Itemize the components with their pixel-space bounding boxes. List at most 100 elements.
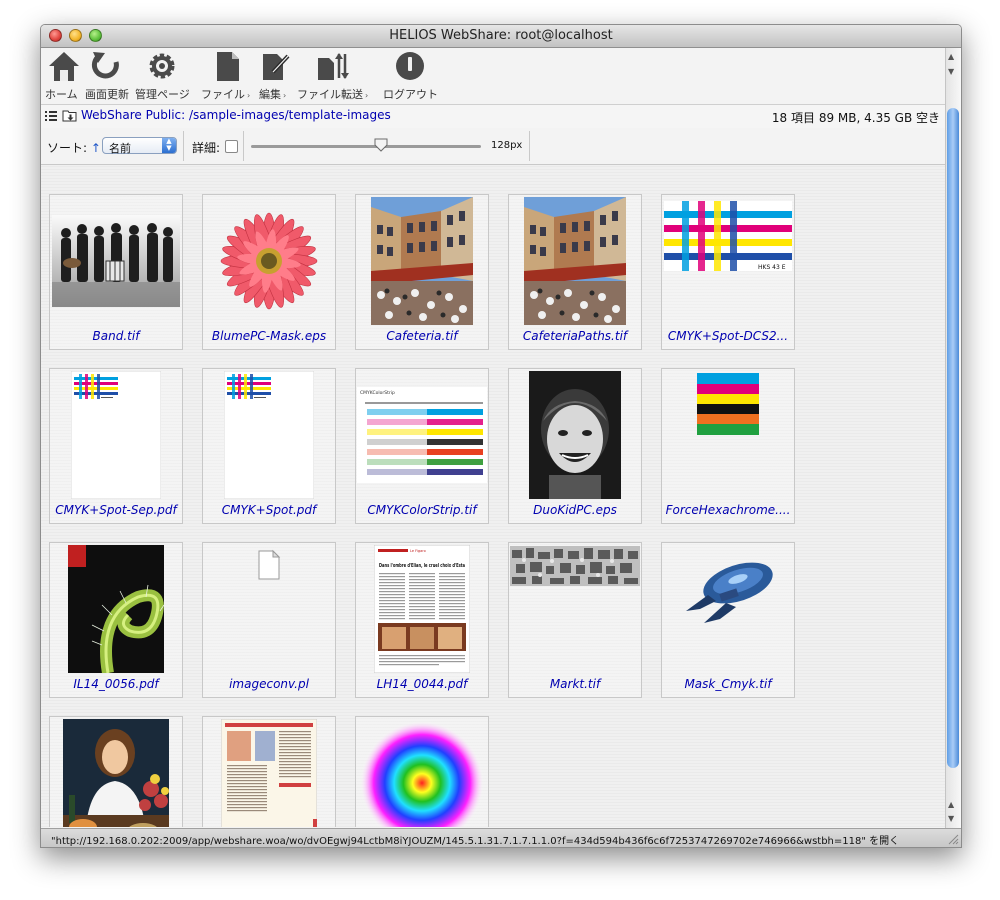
document-icon xyxy=(217,52,239,81)
file-name[interactable]: CMYK+Spot.pdf xyxy=(205,503,333,517)
file-name[interactable]: CMYK+Spot-Sep.pdf xyxy=(52,503,180,517)
newspaper-page: Le Figaro Dans l'ombre d'Elian, le cruel… xyxy=(374,545,470,673)
file-tile[interactable] xyxy=(355,716,489,827)
file-thumbnail xyxy=(509,371,641,499)
scrollbar-thumb[interactable] xyxy=(947,108,959,768)
file-name[interactable]: Mask_Cmyk.tif xyxy=(664,677,792,691)
file-name[interactable]: BlumePC-Mask.eps xyxy=(205,329,333,343)
file-name[interactable]: Markt.tif xyxy=(511,677,639,691)
newspaper-headline: Dans l'ombre d'Elian, le cruel choix d'E… xyxy=(379,563,465,569)
current-path-link[interactable]: WebShare Public: /sample-images/template… xyxy=(81,108,391,122)
resize-grip-icon[interactable] xyxy=(947,833,959,845)
file-name[interactable]: Band.tif xyxy=(52,329,180,343)
file-tile[interactable]: DuoKidPC.eps xyxy=(508,368,642,524)
strip-header: CMYKColorStrip xyxy=(360,390,395,396)
file-tile[interactable]: ForceHexachrome.... xyxy=(661,368,795,524)
file-tile[interactable]: HKS 43 E CMYK+Spot-DCS2... xyxy=(661,194,795,350)
file-thumbnail xyxy=(662,371,794,499)
admin-page-label: 管理ページ xyxy=(135,88,190,101)
refresh-label: 画面更新 xyxy=(85,88,129,101)
starship-image xyxy=(686,562,773,623)
generic-file-icon xyxy=(258,549,281,580)
hks-label: HKS 43 E xyxy=(758,264,786,271)
file-thumbnail xyxy=(509,197,641,325)
edit-menu-label: 編集 › xyxy=(259,88,287,101)
file-tile[interactable]: Le Figaro Dans l'ombre d'Elian, le cruel… xyxy=(355,542,489,698)
file-thumbnail xyxy=(50,197,182,325)
file-thumbnail xyxy=(356,719,488,827)
scroll-up-icon[interactable]: ▲ xyxy=(948,800,954,809)
detail-checkbox[interactable] xyxy=(225,140,238,153)
fern-cover xyxy=(68,545,164,673)
scroll-down-icon[interactable]: ▼ xyxy=(948,67,954,76)
home-icon xyxy=(49,52,79,81)
slider-thumb[interactable] xyxy=(374,138,388,152)
scroll-up-icon[interactable]: ▲ xyxy=(948,52,954,61)
parent-folder-icon[interactable] xyxy=(62,109,77,122)
hexachrome-swatch xyxy=(697,373,759,435)
file-tile[interactable] xyxy=(202,716,336,827)
file-name[interactable]: CafeteriaPaths.tif xyxy=(511,329,639,343)
select-arrows-icon: ▲ ▼ xyxy=(162,138,176,153)
sort-direction-toggle[interactable]: ↑ xyxy=(91,141,101,155)
status-bar: "http://192.168.0.202:2009/app/webshare.… xyxy=(41,828,961,847)
cafeteria-paths-photo xyxy=(524,197,626,325)
kid-photo xyxy=(529,371,621,499)
magazine-page xyxy=(221,719,317,827)
list-view-icon[interactable] xyxy=(45,110,57,122)
file-thumbnail xyxy=(203,719,335,827)
menu-arrow-icon: › xyxy=(247,91,251,100)
file-thumbnail xyxy=(203,197,335,325)
view-controls: ソート: ↑ 名前 ▲ ▼ 詳細: 128px xyxy=(41,128,946,165)
file-thumbnail xyxy=(50,719,182,827)
file-name[interactable]: IL14_0056.pdf xyxy=(52,677,180,691)
file-name[interactable]: Cafeteria.tif xyxy=(358,329,486,343)
thumbnail-size-slider[interactable] xyxy=(251,145,481,148)
file-name[interactable]: LH14_0044.pdf xyxy=(358,677,486,691)
file-name[interactable]: DuoKidPC.eps xyxy=(511,503,639,517)
sort-label: ソート: ↑ xyxy=(47,141,101,155)
cafeteria-photo xyxy=(371,197,473,325)
file-name[interactable]: ForceHexachrome.... xyxy=(664,503,792,517)
file-name[interactable]: CMYK+Spot-DCS2... xyxy=(664,329,792,343)
cmyk-spot-page xyxy=(224,371,314,499)
file-tile[interactable]: Cafeteria.tif xyxy=(355,194,489,350)
edit-icon xyxy=(263,54,290,80)
file-tile[interactable]: Markt.tif xyxy=(508,542,642,698)
sort-select[interactable]: 名前 ▲ ▼ xyxy=(102,137,177,155)
file-name[interactable]: imageconv.pl xyxy=(205,677,333,691)
file-tile[interactable] xyxy=(49,716,183,827)
file-thumbnail xyxy=(356,197,488,325)
home-label: ホーム xyxy=(45,88,78,101)
file-tile[interactable]: CMYKColorStrip CMYKColorStrip.tif xyxy=(355,368,489,524)
file-thumbnail: Le Figaro Dans l'ombre d'Elian, le cruel… xyxy=(356,545,488,673)
file-tile[interactable]: IL14_0056.pdf xyxy=(49,542,183,698)
gear-icon xyxy=(149,53,175,79)
transfer-icon xyxy=(318,53,349,80)
file-tile[interactable]: Band.tif xyxy=(49,194,183,350)
flower-photo xyxy=(220,212,318,310)
webshare-window: HELIOS WebShare: root@localhost ホーム 画面更新 xyxy=(40,24,962,848)
file-tile[interactable]: imageconv.pl xyxy=(202,542,336,698)
divider xyxy=(529,131,530,161)
cmyk-spot-swatch: HKS 43 E xyxy=(664,201,792,271)
detail-label: 詳細: xyxy=(192,141,221,155)
file-grid: Band.tif BlumePC-Mask.eps Cafeteria.tif … xyxy=(41,165,946,827)
woman-photo xyxy=(63,719,169,827)
logout-label: ログアウト xyxy=(383,88,438,101)
file-thumbnail: CMYKColorStrip xyxy=(356,371,488,499)
file-tile[interactable]: CMYK+Spot.pdf xyxy=(202,368,336,524)
file-tile[interactable]: Mask_Cmyk.tif xyxy=(661,542,795,698)
logout-icon xyxy=(396,52,424,80)
file-tile[interactable]: CafeteriaPaths.tif xyxy=(508,194,642,350)
file-tile[interactable]: BlumePC-Mask.eps xyxy=(202,194,336,350)
file-thumbnail xyxy=(509,545,641,673)
file-name[interactable]: CMYKColorStrip.tif xyxy=(358,503,486,517)
vertical-scrollbar[interactable]: ▲ ▼ ▲ ▼ xyxy=(945,48,961,828)
window-title: HELIOS WebShare: root@localhost xyxy=(389,28,613,43)
scroll-down-icon[interactable]: ▼ xyxy=(948,814,954,823)
file-tile[interactable]: CMYK+Spot-Sep.pdf xyxy=(49,368,183,524)
refresh-icon xyxy=(91,52,119,79)
file-thumbnail xyxy=(662,545,794,673)
file-thumbnail xyxy=(203,371,335,499)
